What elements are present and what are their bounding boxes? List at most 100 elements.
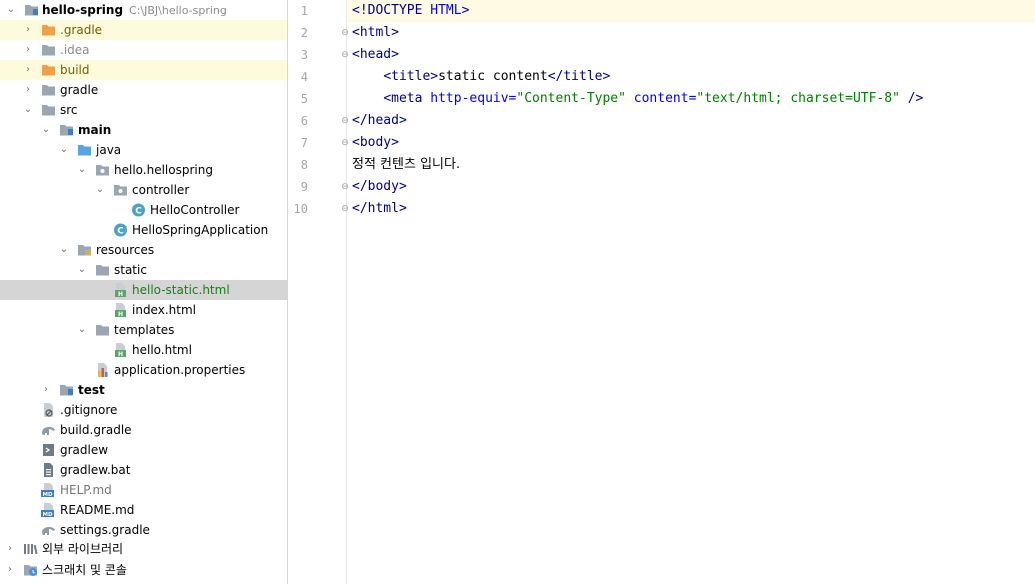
properties-file-icon	[98, 363, 108, 377]
line-number: 9	[300, 180, 308, 194]
svg-text:H: H	[118, 351, 123, 357]
chevron-down-icon[interactable]: ⌄	[95, 180, 105, 200]
tree-item-settings-gradle[interactable]: settings.gradle	[0, 520, 287, 540]
code-line-5[interactable]: <meta http-equiv="Content-Type" content=…	[352, 88, 923, 110]
tree-item-main[interactable]: ⌄ main	[0, 120, 287, 140]
tree-item-build-gradle[interactable]: build.gradle	[0, 420, 287, 440]
svg-text:H: H	[118, 291, 123, 297]
line-number: 4	[300, 70, 308, 84]
line-number: 5	[300, 92, 308, 106]
code-line-9[interactable]: </body>	[352, 176, 407, 198]
chevron-right-icon[interactable]: ›	[5, 560, 15, 580]
tree-item-label: 외부 라이브러리	[42, 542, 124, 556]
tree-item-idea[interactable]: › .idea	[0, 40, 287, 60]
package-icon	[114, 185, 127, 196]
chevron-down-icon[interactable]: ⌄	[41, 120, 51, 140]
tree-item-help-md[interactable]: MD HELP.md	[0, 480, 287, 500]
java-class-icon: C	[132, 203, 145, 217]
gradle-elephant-icon	[42, 527, 55, 535]
source-folder-icon	[78, 145, 91, 156]
line-number: 3	[300, 48, 308, 62]
code-line-1[interactable]: <!DOCTYPE HTML>	[347, 0, 1035, 22]
chevron-down-icon[interactable]: ⌄	[59, 140, 69, 160]
code-line-4[interactable]: <title>static content</title>	[352, 66, 610, 88]
tree-root-label: hello-spring C:\JBJ\hello-spring	[42, 3, 227, 17]
tree-item-package-hellospring[interactable]: ⌄ hello.hellospring	[0, 160, 287, 180]
module-folder-icon	[60, 385, 73, 396]
tree-item-label: hello.hellospring	[114, 163, 213, 177]
chevron-right-icon[interactable]: ›	[23, 60, 33, 80]
tree-item-java[interactable]: ⌄ java	[0, 140, 287, 160]
folder-icon	[42, 45, 55, 56]
line-number: 1	[300, 4, 308, 18]
resources-folder-icon	[78, 245, 91, 256]
tree-item-hello-html[interactable]: H hello.html	[0, 340, 287, 360]
markdown-file-icon: MD	[41, 483, 54, 497]
folder-icon	[96, 265, 109, 276]
tree-item-templates[interactable]: ⌄ templates	[0, 320, 287, 340]
tree-item-label: resources	[96, 243, 155, 257]
tree-item-label: hello.html	[132, 343, 192, 357]
tree-item-label: test	[78, 383, 105, 397]
tree-item-readme-md[interactable]: MD README.md	[0, 500, 287, 520]
tree-item-label: settings.gradle	[60, 523, 150, 537]
tree-item-label: gradle	[60, 83, 99, 97]
batch-file-icon	[44, 463, 53, 477]
code-line-6[interactable]: </head>	[352, 110, 407, 132]
tree-item-index-html[interactable]: H index.html	[0, 300, 287, 320]
tree-item-gradlew[interactable]: gradlew	[0, 440, 287, 460]
tree-item-hello-static-html[interactable]: H hello-static.html	[0, 280, 287, 300]
tree-item-gradlew-bat[interactable]: gradlew.bat	[0, 460, 287, 480]
tree-item-label: build	[60, 63, 90, 77]
tree-item-label: HelloController	[150, 203, 240, 217]
tree-item-label: HELP.md	[60, 483, 112, 497]
tree-item-scratches-consoles[interactable]: › 스크래치 및 콘솔	[0, 560, 287, 580]
chevron-down-icon[interactable]: ⌄	[59, 240, 69, 260]
project-tree[interactable]: ⌄ hello-spring C:\JBJ\hello-spring › .gra…	[0, 0, 288, 584]
code-editor[interactable]: <!DOCTYPE HTML> <html> <head> <title>sta…	[347, 0, 1035, 584]
chevron-right-icon[interactable]: ›	[23, 20, 33, 40]
tree-item-application-properties[interactable]: application.properties	[0, 360, 287, 380]
tree-item-label: index.html	[132, 303, 196, 317]
chevron-right-icon[interactable]: ›	[5, 539, 15, 559]
line-number: 8	[300, 158, 308, 172]
tree-item-static[interactable]: ⌄ static	[0, 260, 287, 280]
tree-item-test[interactable]: › test	[0, 380, 287, 400]
tree-item-resources[interactable]: ⌄ resources	[0, 240, 287, 260]
html-file-icon: H	[115, 303, 126, 317]
tree-item-src[interactable]: ⌄ src	[0, 100, 287, 120]
chevron-down-icon[interactable]: ⌄	[77, 160, 87, 180]
tree-root-hello-spring[interactable]: ⌄ hello-spring C:\JBJ\hello-spring	[0, 0, 287, 20]
code-line-7[interactable]: <body>	[352, 132, 399, 154]
chevron-down-icon[interactable]: ⌄	[6, 0, 16, 20]
tree-item-label: application.properties	[114, 363, 246, 377]
tree-item-label: static	[114, 263, 147, 277]
code-line-3[interactable]: <head>	[352, 44, 399, 66]
tree-item-label: .gitignore	[60, 403, 118, 417]
chevron-right-icon[interactable]: ›	[23, 80, 33, 100]
shell-script-icon	[43, 444, 54, 456]
tree-item-label: gradlew.bat	[60, 463, 131, 477]
folder-excluded-icon	[42, 25, 55, 36]
tree-item-gitignore[interactable]: .gitignore	[0, 400, 287, 420]
tree-item-gradle-dir[interactable]: › .gradle	[0, 20, 287, 40]
tree-item-package-controller[interactable]: ⌄ controller	[0, 180, 287, 200]
tree-item-external-libraries[interactable]: › 외부 라이브러리	[0, 539, 287, 559]
chevron-down-icon[interactable]: ⌄	[77, 260, 87, 280]
code-line-8[interactable]: 정적 컨텐츠 입니다.	[352, 154, 460, 176]
code-line-10[interactable]: </html>	[352, 198, 407, 220]
tree-item-gradle[interactable]: › gradle	[0, 80, 287, 100]
folder-excluded-icon	[42, 65, 55, 76]
tree-item-hellocontroller[interactable]: C HelloController	[0, 200, 287, 220]
tree-item-label: README.md	[60, 503, 135, 517]
chevron-right-icon[interactable]: ›	[23, 40, 33, 60]
scratches-icon	[24, 565, 37, 576]
tree-item-build[interactable]: › build	[0, 60, 287, 80]
tree-item-hellospringapplication[interactable]: C HelloSpringApplication	[0, 220, 287, 240]
tree-item-label: controller	[132, 183, 190, 197]
html-file-icon: H	[115, 343, 126, 357]
chevron-down-icon[interactable]: ⌄	[77, 320, 87, 340]
chevron-right-icon[interactable]: ›	[41, 380, 51, 400]
code-line-2[interactable]: <html>	[352, 22, 399, 44]
chevron-down-icon[interactable]: ⌄	[23, 100, 33, 120]
